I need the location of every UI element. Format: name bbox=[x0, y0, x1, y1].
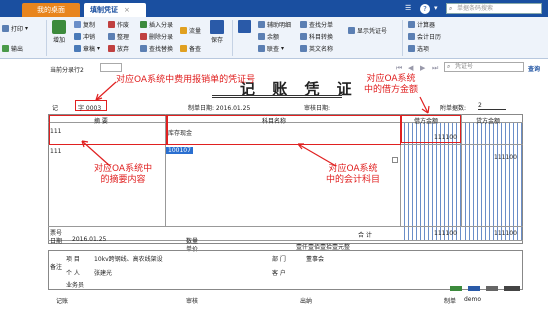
annotation-arrows bbox=[81, 81, 430, 167]
arrow-voucher-no bbox=[95, 81, 117, 101]
arrow-summary bbox=[81, 140, 111, 167]
arrow-subject bbox=[297, 143, 337, 167]
